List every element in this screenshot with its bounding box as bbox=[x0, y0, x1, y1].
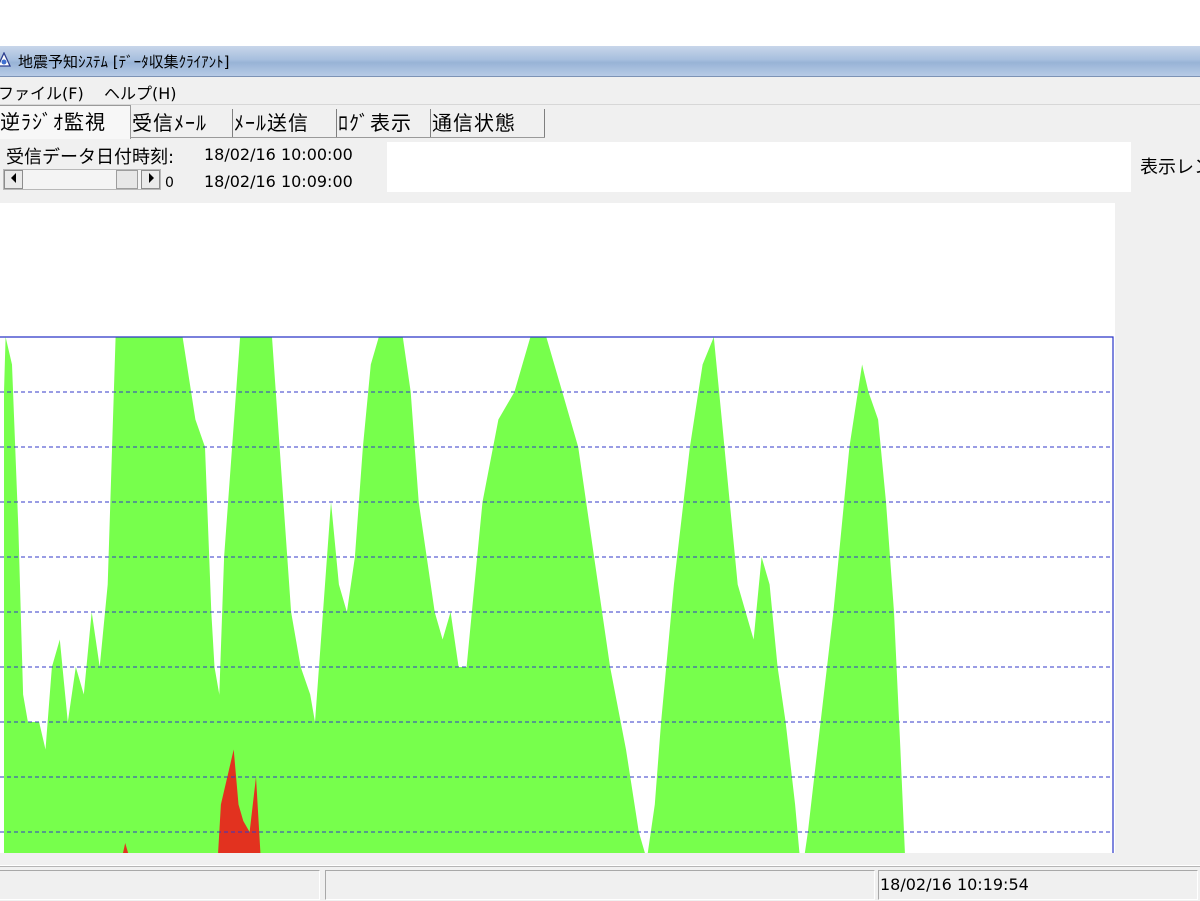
status-panel-2 bbox=[325, 870, 875, 900]
received-datetime-label: 受信データ日付時刻: bbox=[6, 147, 175, 168]
main-panel: 逆ﾗｼﾞｵ監視 受信ﾒｰﾙ ﾒｰﾙ送信 ﾛｸﾞ表示 通信状態 受信データ日付時刻… bbox=[0, 105, 1200, 899]
tab-received-mail[interactable]: 受信ﾒｰﾙ bbox=[132, 109, 233, 137]
menu-file[interactable]: ファイル(F) bbox=[0, 80, 84, 104]
tab-log-view[interactable]: ﾛｸﾞ表示 bbox=[338, 109, 431, 137]
scroll-thumb[interactable] bbox=[116, 170, 138, 189]
signal-chart-plot: 18/02/1018/02/1118/02/1218/02/1318/02/14… bbox=[0, 336, 1114, 899]
status-panel-1 bbox=[0, 870, 320, 900]
status-clock: 18/02/16 10:19:54 bbox=[880, 875, 1029, 894]
window-title: 地震予知ｼｽﾃﾑ [ﾃﾞｰﾀ収集ｸﾗｲｱﾝﾄ] bbox=[18, 53, 230, 71]
tab-reverse-radio-monitor[interactable]: 逆ﾗｼﾞｵ監視 bbox=[0, 105, 131, 139]
left-arrow-icon bbox=[10, 173, 16, 183]
scroll-left-button[interactable] bbox=[4, 170, 23, 189]
signal-series-green bbox=[4, 337, 906, 887]
display-datetime-value: 18/02/16 10:09:00 bbox=[204, 172, 353, 191]
menu-help[interactable]: ヘルプ(H) bbox=[104, 80, 177, 104]
time-scrollbar[interactable] bbox=[3, 169, 161, 190]
tab-send-mail[interactable]: ﾒｰﾙ送信 bbox=[234, 109, 337, 137]
info-panel bbox=[387, 142, 1131, 192]
window-titlebar[interactable]: 地震予知ｼｽﾃﾑ [ﾃﾞｰﾀ収集ｸﾗｲｱﾝﾄ] bbox=[0, 46, 1200, 77]
app-icon bbox=[0, 52, 12, 67]
tab-strip: 逆ﾗｼﾞｵ監視 受信ﾒｰﾙ ﾒｰﾙ送信 ﾛｸﾞ表示 通信状態 bbox=[0, 105, 1200, 139]
status-bar: 18/02/16 10:19:54 bbox=[0, 866, 1200, 901]
menubar: ファイル(F) ヘルプ(H) bbox=[0, 77, 1200, 105]
scroll-position-value: 0 bbox=[165, 175, 174, 191]
received-datetime-value: 18/02/16 10:00:00 bbox=[204, 145, 353, 164]
scroll-right-button[interactable] bbox=[141, 170, 160, 189]
display-range-label: 表示レン bbox=[1140, 157, 1200, 178]
signal-chart: 18/02/1018/02/1118/02/1218/02/1318/02/14… bbox=[0, 203, 1115, 899]
right-arrow-icon bbox=[148, 173, 154, 183]
tab-communication-status[interactable]: 通信状態 bbox=[432, 109, 545, 137]
